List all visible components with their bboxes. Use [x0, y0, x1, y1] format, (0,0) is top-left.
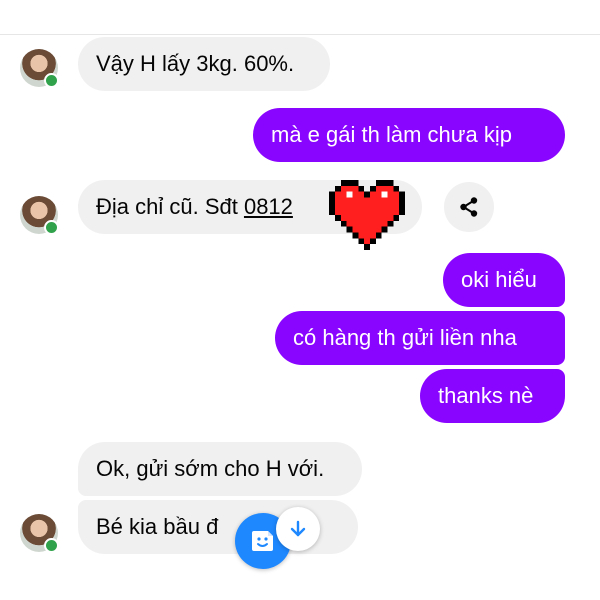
online-status-dot — [44, 538, 59, 553]
message-text: thanks nè — [438, 383, 534, 408]
message-text: oki hiểu — [461, 267, 537, 292]
online-status-dot — [44, 73, 59, 88]
message-text: Bé kia bầu đ — [96, 514, 219, 539]
share-icon — [460, 197, 478, 217]
incoming-message[interactable]: Vậy H lấy 3kg. 60%. — [78, 37, 330, 91]
outgoing-message[interactable]: có hàng th gửi liền nha — [275, 311, 565, 365]
contact-avatar[interactable] — [20, 514, 59, 553]
message-text: Ok, gửi sớm cho H với. — [96, 456, 325, 481]
scroll-to-bottom-button[interactable] — [276, 507, 320, 551]
outgoing-message[interactable]: thanks nè — [420, 369, 565, 423]
arrow-down-icon — [290, 520, 306, 537]
message-text: Vậy H lấy 3kg. 60%. — [96, 51, 295, 76]
message-text: Địa chỉ cũ. Sđt — [96, 194, 244, 219]
contact-avatar[interactable] — [20, 49, 59, 88]
top-bar — [0, 0, 600, 35]
share-button[interactable] — [444, 182, 494, 232]
outgoing-message[interactable]: oki hiểu — [443, 253, 565, 307]
message-text: có hàng th gửi liền nha — [293, 325, 517, 350]
pixel-heart-sticker — [329, 180, 405, 250]
message-text: mà e gái th làm chưa kịp — [271, 122, 512, 147]
phone-number-link[interactable]: 0812 — [244, 194, 293, 219]
online-status-dot — [44, 220, 59, 235]
incoming-message[interactable]: Ok, gửi sớm cho H với. — [78, 442, 362, 496]
outgoing-message[interactable]: mà e gái th làm chưa kịp — [253, 108, 565, 162]
sticker-icon — [252, 531, 273, 551]
contact-avatar[interactable] — [20, 196, 59, 235]
